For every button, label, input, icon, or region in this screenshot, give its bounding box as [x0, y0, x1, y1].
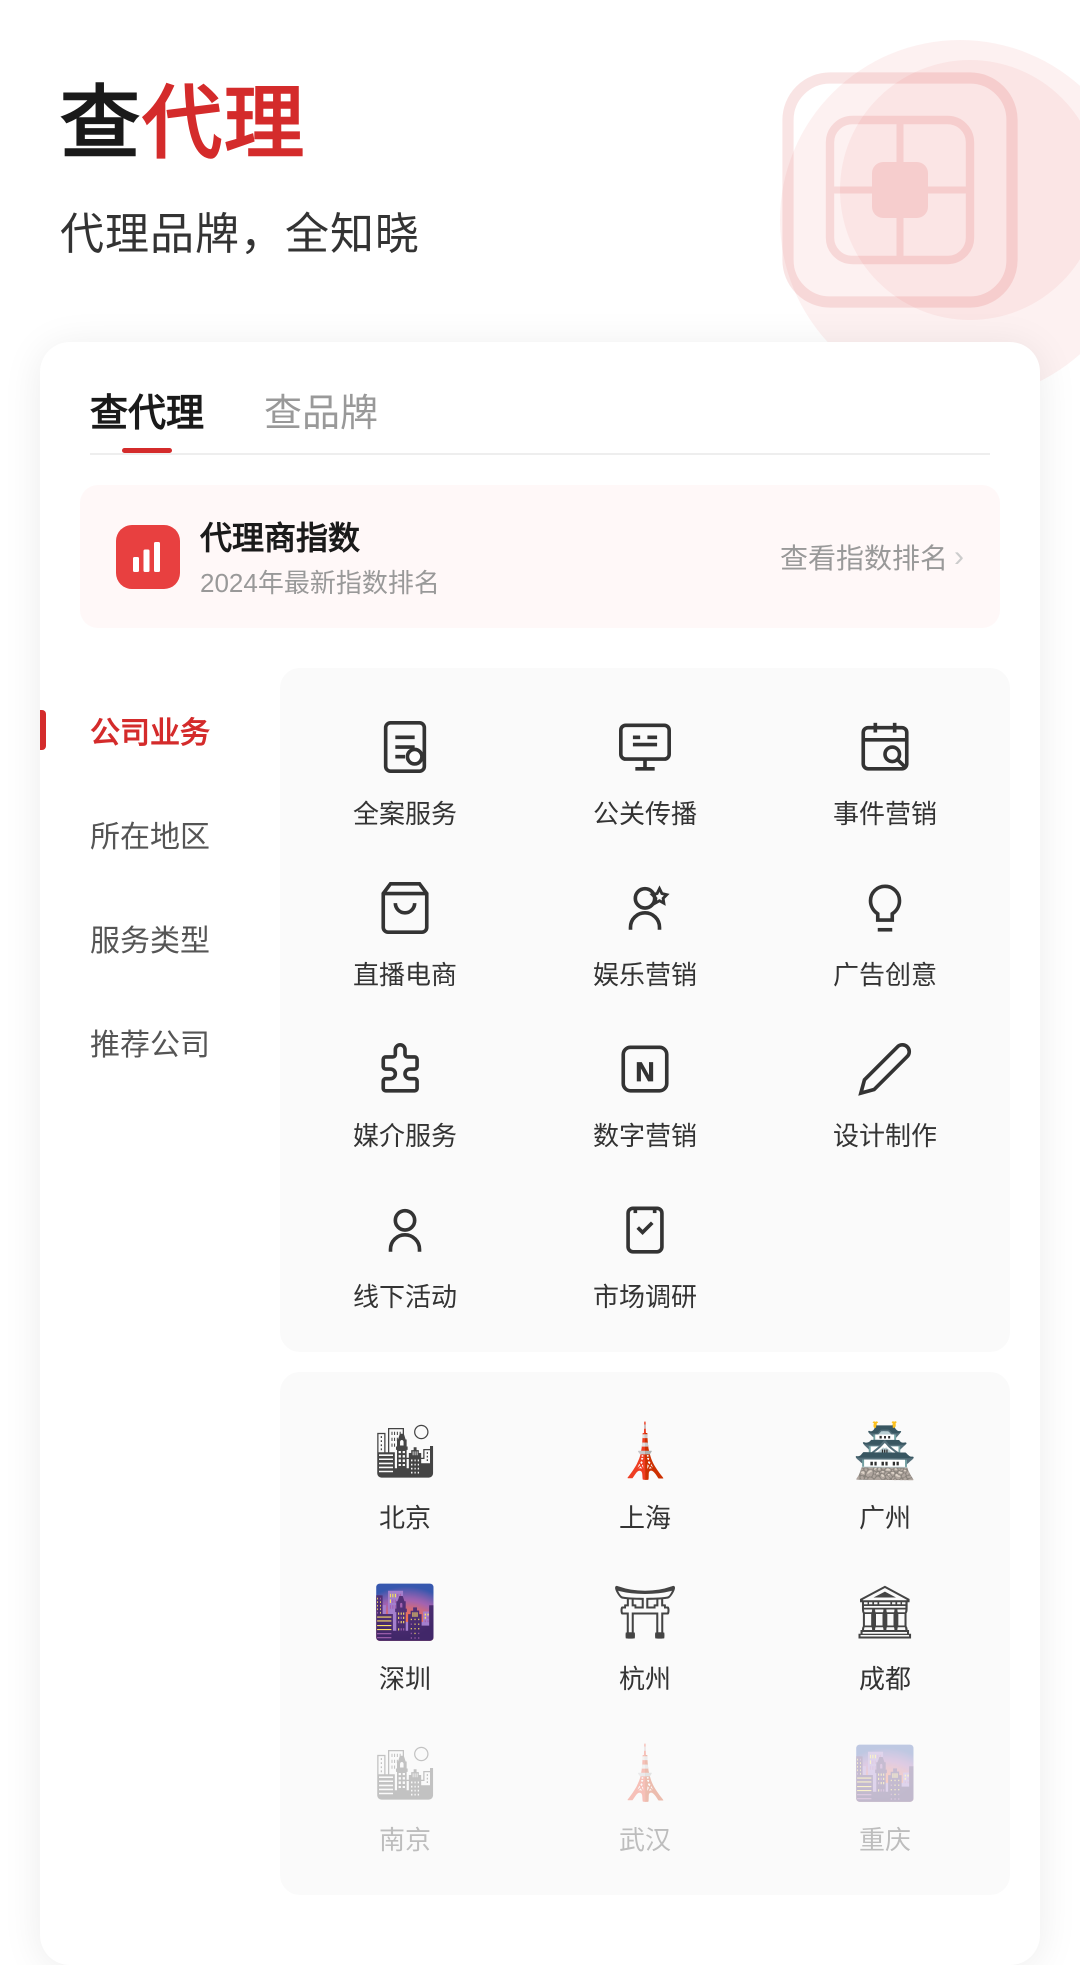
item-shichang[interactable]: 市场调研: [530, 1171, 760, 1332]
index-info: 代理商指数 2024年最新指数排名: [200, 513, 440, 600]
item-yule[interactable]: 娱乐营销: [530, 849, 760, 1010]
monitor-icon: [610, 712, 680, 782]
location-row-1: 🏙 北京 🗼 上海 🏯 广州: [290, 1392, 1000, 1553]
beijing-icon: 🏙: [370, 1416, 440, 1486]
item-shijian[interactable]: 事件营销: [770, 688, 1000, 849]
location-shenzhen[interactable]: 🌆 深圳: [290, 1553, 520, 1714]
tab-divider: [90, 453, 990, 455]
clipboard-check-icon: [610, 1195, 680, 1265]
sidebar-item-service[interactable]: 服务类型: [40, 886, 260, 990]
location-row-3: 🏙 南京 🗼 武汉 🌆 重庆: [290, 1714, 1000, 1875]
location-hangzhou-label: 杭州: [619, 1659, 671, 1696]
item-zhibo-label: 直播电商: [353, 955, 457, 992]
index-icon-box: [116, 525, 180, 589]
location-beijing[interactable]: 🏙 北京: [290, 1392, 520, 1553]
more2-icon: 🗼: [610, 1738, 680, 1808]
item-placeholder: [770, 1171, 1000, 1332]
location-chengdu[interactable]: 🏛 成都: [770, 1553, 1000, 1714]
item-quanan[interactable]: 全案服务: [290, 688, 520, 849]
location-row-2: 🌆 深圳 ⛩ 杭州 🏛 成都: [290, 1553, 1000, 1714]
category-section: 公司业务 所在地区 服务类型 推荐公司 全案服务: [40, 658, 1040, 1925]
location-shanghai[interactable]: 🗼 上海: [530, 1392, 760, 1553]
more3-icon: 🌆: [850, 1738, 920, 1808]
star-person-icon: [610, 873, 680, 943]
cart-icon: [370, 873, 440, 943]
item-yule-label: 娱乐营销: [593, 955, 697, 992]
item-meijie-label: 媒介服务: [353, 1116, 457, 1153]
item-gongguan[interactable]: 公关传播: [530, 688, 760, 849]
item-quanan-label: 全案服务: [353, 794, 457, 831]
sidebar-item-recommend[interactable]: 推荐公司: [40, 990, 260, 1094]
tab-brand[interactable]: 查品牌: [264, 382, 378, 453]
location-more2[interactable]: 🗼 武汉: [530, 1714, 760, 1875]
item-xianxia-label: 线下活动: [353, 1277, 457, 1314]
item-guanggao[interactable]: 广告创意: [770, 849, 1000, 1010]
main-card: 查代理 查品牌 代理商指数 2024年最新指数排名 查看指数排名 ›: [40, 342, 1040, 1965]
chevron-right-icon: ›: [954, 540, 964, 574]
tabs-container: 查代理 查品牌: [40, 342, 1040, 453]
index-link-text: 查看指数排名: [780, 537, 948, 577]
index-banner[interactable]: 代理商指数 2024年最新指数排名 查看指数排名 ›: [80, 485, 1000, 628]
item-gongguan-label: 公关传播: [593, 794, 697, 831]
index-link[interactable]: 查看指数排名 ›: [780, 537, 964, 577]
business-row-3: 媒介服务 N 数字营销 设计制作: [290, 1010, 1000, 1171]
shanghai-icon: 🗼: [610, 1416, 680, 1486]
location-hangzhou[interactable]: ⛩ 杭州: [530, 1553, 760, 1714]
location-shanghai-label: 上海: [619, 1498, 671, 1535]
item-sheji[interactable]: 设计制作: [770, 1010, 1000, 1171]
item-zhibo[interactable]: 直播电商: [290, 849, 520, 1010]
location-grid-section: 🏙 北京 🗼 上海 🏯 广州 🌆 深圳: [280, 1372, 1010, 1895]
location-more2-label: 武汉: [619, 1820, 671, 1857]
guangzhou-icon: 🏯: [850, 1416, 920, 1486]
calendar-search-icon: [850, 712, 920, 782]
business-row-4: 线下活动 市场调研: [290, 1171, 1000, 1332]
chart-icon: [130, 539, 166, 575]
header: 查代理 代理品牌，全知晓: [0, 0, 1080, 302]
sidebar-item-biz[interactable]: 公司业务: [40, 678, 260, 782]
item-shuzi[interactable]: N 数字营销: [530, 1010, 760, 1171]
tab-agency[interactable]: 查代理: [90, 382, 204, 453]
hangzhou-icon: ⛩: [610, 1577, 680, 1647]
location-shenzhen-label: 深圳: [379, 1659, 431, 1696]
business-row-2: 直播电商 娱乐营销 广告创意: [290, 849, 1000, 1010]
location-more1[interactable]: 🏙 南京: [290, 1714, 520, 1875]
location-guangzhou[interactable]: 🏯 广州: [770, 1392, 1000, 1553]
location-beijing-label: 北京: [379, 1498, 431, 1535]
bulb-icon: [850, 873, 920, 943]
item-shuzi-label: 数字营销: [593, 1116, 697, 1153]
puzzle-icon: [370, 1034, 440, 1104]
item-meijie[interactable]: 媒介服务: [290, 1010, 520, 1171]
sidebar-nav: 公司业务 所在地区 服务类型 推荐公司: [40, 658, 260, 1925]
pen-icon: [850, 1034, 920, 1104]
location-guangzhou-label: 广州: [859, 1498, 911, 1535]
logo-black-text: 查: [60, 79, 142, 168]
sidebar-item-region[interactable]: 所在地区: [40, 782, 260, 886]
shenzhen-icon: 🌆: [370, 1577, 440, 1647]
item-sheji-label: 设计制作: [833, 1116, 937, 1153]
item-guanggao-label: 广告创意: [833, 955, 937, 992]
N-box-icon: N: [610, 1034, 680, 1104]
location-more3[interactable]: 🌆 重庆: [770, 1714, 1000, 1875]
more1-icon: 🏙: [370, 1738, 440, 1808]
index-banner-left: 代理商指数 2024年最新指数排名: [116, 513, 440, 600]
item-shijian-label: 事件营销: [833, 794, 937, 831]
location-chengdu-label: 成都: [859, 1659, 911, 1696]
header-subtitle: 代理品牌，全知晓: [60, 198, 1020, 262]
content-grid: 全案服务 公关传播 事件营销: [260, 658, 1040, 1925]
index-subtitle: 2024年最新指数排名: [200, 563, 440, 600]
location-more1-label: 南京: [379, 1820, 431, 1857]
app-logo: 查代理: [60, 80, 1020, 168]
chengdu-icon: 🏛: [850, 1577, 920, 1647]
logo-red-text: 代理: [142, 79, 306, 168]
svg-text:N: N: [635, 1057, 654, 1087]
person-icon: [370, 1195, 440, 1265]
location-more3-label: 重庆: [859, 1820, 911, 1857]
item-shichang-label: 市场调研: [593, 1277, 697, 1314]
document-icon: [370, 712, 440, 782]
item-xianxia[interactable]: 线下活动: [290, 1171, 520, 1332]
business-grid-section: 全案服务 公关传播 事件营销: [280, 668, 1010, 1352]
business-row-1: 全案服务 公关传播 事件营销: [290, 688, 1000, 849]
index-title: 代理商指数: [200, 513, 440, 559]
